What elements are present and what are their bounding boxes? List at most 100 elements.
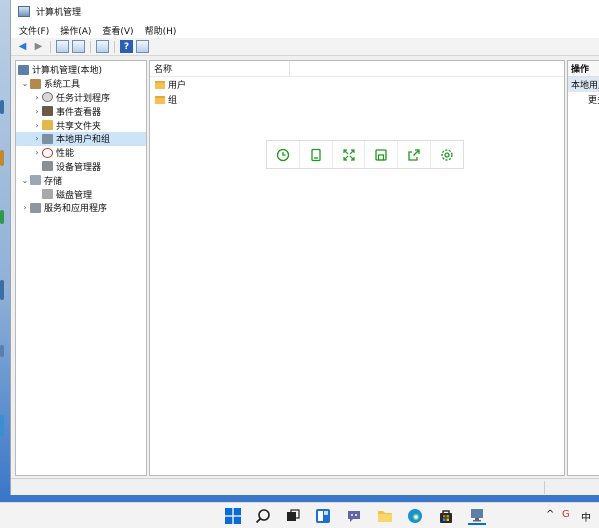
tree-item-label: 存储 xyxy=(44,176,63,187)
store-button[interactable] xyxy=(437,507,455,525)
device-manager-icon xyxy=(42,161,53,172)
search-icon xyxy=(255,509,270,524)
help-icon[interactable]: ? xyxy=(120,40,133,53)
more-actions-link[interactable]: 更多操作 xyxy=(568,92,599,107)
file-explorer-button[interactable] xyxy=(376,507,394,525)
edge-browser-button[interactable] xyxy=(406,507,424,525)
column-header-name[interactable]: 名称 xyxy=(150,61,290,76)
up-folder-icon[interactable] xyxy=(56,40,69,53)
menu-view[interactable]: 查看(V) xyxy=(102,24,133,37)
taskbar: ^ G 中 xyxy=(0,502,599,528)
window-icon xyxy=(311,148,321,161)
start-button[interactable] xyxy=(224,507,242,525)
tree-item-shared-folders[interactable]: › 共享文件夹 xyxy=(16,118,146,132)
network-status-icon[interactable]: G xyxy=(562,509,570,520)
menu-help[interactable]: 帮助(H) xyxy=(145,24,177,37)
teams-chat-button[interactable] xyxy=(345,507,363,525)
save-icon xyxy=(375,148,388,161)
fullscreen-button[interactable] xyxy=(333,141,366,168)
computer-management-window: 计算机管理 文件(F) 操作(A) 查看(V) 帮助(H) ◀ ▶ ? 计算机管… xyxy=(10,0,599,495)
chevron-right-icon[interactable]: › xyxy=(32,93,42,102)
tree-item-task-scheduler[interactable]: › 任务计划程序 xyxy=(16,91,146,105)
save-button[interactable] xyxy=(365,141,399,168)
widgets-button[interactable] xyxy=(314,507,332,525)
title-bar: 计算机管理 xyxy=(11,0,599,22)
show-hidden-icons-chevron-icon[interactable]: ^ xyxy=(546,509,554,520)
tree-item-label: 性能 xyxy=(56,149,75,160)
chevron-right-icon[interactable]: › xyxy=(20,203,30,212)
tree-item-label: 共享文件夹 xyxy=(56,121,102,132)
widgets-icon xyxy=(316,509,330,523)
actions-section-title[interactable]: 本地用户和组 xyxy=(568,77,599,92)
tree-item-system-tools[interactable]: ⌄ 系统工具 xyxy=(16,77,146,91)
tools-icon xyxy=(30,78,41,89)
disk-icon xyxy=(42,189,53,200)
properties-icon[interactable] xyxy=(136,40,149,53)
settings-button[interactable] xyxy=(431,141,463,168)
tree-item-label: 磁盘管理 xyxy=(56,190,93,201)
list-item-groups[interactable]: 组 xyxy=(150,92,564,107)
toolbar: ◀ ▶ ? xyxy=(11,38,599,56)
tree-item-services-apps[interactable]: › 服务和应用程序 xyxy=(16,201,146,215)
shared-folder-icon xyxy=(42,120,53,131)
gear-icon xyxy=(441,148,453,161)
tree-item-storage[interactable]: ⌄ 存储 xyxy=(16,173,146,187)
show-hide-tree-icon[interactable] xyxy=(72,40,85,53)
folder-icon xyxy=(155,80,165,89)
list-item-label: 用户 xyxy=(168,81,187,91)
toolbar-divider xyxy=(50,40,51,53)
users-icon xyxy=(42,133,53,144)
share-button[interactable] xyxy=(398,141,432,168)
chevron-right-icon[interactable]: › xyxy=(32,121,42,130)
tree-item-device-manager[interactable]: 设备管理器 xyxy=(16,160,146,174)
services-icon xyxy=(30,202,41,213)
chevron-right-icon[interactable]: › xyxy=(32,134,42,143)
share-icon xyxy=(408,148,420,161)
expand-icon xyxy=(342,148,355,161)
chevron-down-icon[interactable]: ⌄ xyxy=(20,79,30,88)
list-item-label: 组 xyxy=(168,96,178,106)
storage-icon xyxy=(30,175,41,186)
actions-pane: 操作 本地用户和组 更多操作 xyxy=(567,60,599,476)
chevron-right-icon[interactable]: › xyxy=(32,107,42,116)
computer-management-icon xyxy=(18,64,29,75)
list-item-users[interactable]: 用户 xyxy=(150,77,564,92)
computer-management-icon xyxy=(18,5,30,17)
tree-item-label: 设备管理器 xyxy=(56,162,102,173)
menu-action[interactable]: 操作(A) xyxy=(60,24,91,37)
computer-management-taskbar-button[interactable] xyxy=(468,507,486,525)
export-list-icon[interactable] xyxy=(96,40,109,53)
tree-item-label: 事件查看器 xyxy=(56,107,102,118)
status-bar xyxy=(11,478,599,495)
input-method-indicator[interactable]: 中 xyxy=(581,509,591,524)
tree-item-root[interactable]: 计算机管理(本地) xyxy=(16,63,146,77)
tree-item-event-viewer[interactable]: › 事件查看器 xyxy=(16,104,146,118)
windows-logo-icon xyxy=(225,508,241,524)
list-header: 名称 xyxy=(150,61,564,77)
tree-item-local-users[interactable]: › 本地用户和组 xyxy=(16,131,146,146)
folder-icon xyxy=(378,511,392,522)
tree-item-label: 系统工具 xyxy=(44,80,81,91)
window-title: 计算机管理 xyxy=(36,7,82,18)
chevron-right-icon[interactable]: › xyxy=(32,148,42,157)
tree-item-disk-management[interactable]: 磁盘管理 xyxy=(16,187,146,201)
clock-icon xyxy=(42,92,53,103)
back-arrow-icon[interactable]: ◀ xyxy=(16,40,29,53)
content-pane: 名称 用户 组 xyxy=(149,60,565,476)
tree-item-label: 任务计划程序 xyxy=(56,93,111,104)
search-button[interactable] xyxy=(254,507,272,525)
edge-icon xyxy=(408,509,422,523)
chevron-down-icon[interactable]: ⌄ xyxy=(20,176,30,185)
tree-item-label: 服务和应用程序 xyxy=(44,204,108,215)
task-view-button[interactable] xyxy=(284,507,302,525)
menu-file[interactable]: 文件(F) xyxy=(19,24,49,37)
window-capture-button[interactable] xyxy=(300,141,333,168)
forward-arrow-icon[interactable]: ▶ xyxy=(32,40,45,53)
event-viewer-icon xyxy=(42,106,53,117)
tree-item-performance[interactable]: › 性能 xyxy=(16,146,146,160)
toolbar-divider xyxy=(90,40,91,53)
rotate-button[interactable] xyxy=(267,141,300,168)
tree-item-label: 本地用户和组 xyxy=(56,135,111,146)
chat-icon xyxy=(348,511,360,522)
floating-toolbar xyxy=(266,140,464,169)
